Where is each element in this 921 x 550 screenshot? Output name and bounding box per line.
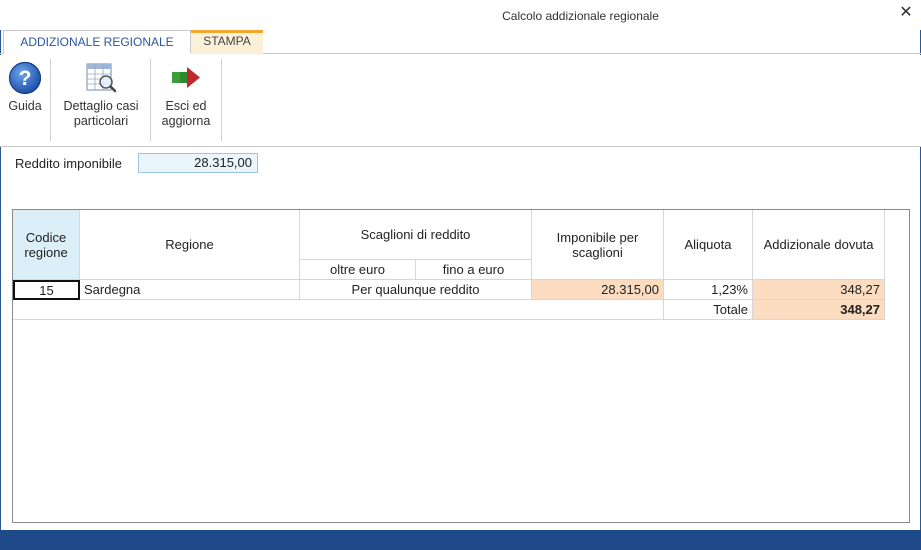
tab-addizionale-regionale[interactable]: ADDIZIONALE REGIONALE	[3, 30, 191, 54]
exit-arrow-icon	[172, 67, 200, 88]
totale-label: Totale	[664, 300, 753, 320]
guida-label: Guida	[8, 99, 42, 113]
window-title: Calcolo addizionale regionale	[502, 9, 659, 23]
dettaglio-casi-button[interactable]: Dettaglio casi particolari	[54, 59, 148, 139]
header-oltre-euro: oltre euro	[300, 260, 416, 280]
cell-aliquota[interactable]: 1,23%	[664, 280, 753, 300]
header-codice-regione: Codice regione	[13, 210, 80, 280]
header-codice-line2: regione	[24, 244, 68, 260]
header-imponibile-line1: Imponibile per	[556, 229, 639, 245]
header-addizionale-dovuta: Addizionale dovuta	[753, 210, 885, 280]
cell-addizionale[interactable]: 348,27	[753, 280, 885, 300]
question-icon: ?	[8, 61, 42, 95]
esci-label-2: aggiorna	[161, 114, 211, 128]
ribbon-tabs: ADDIZIONALE REGIONALE STAMPA	[0, 30, 921, 54]
cell-regione[interactable]: Sardegna	[80, 280, 300, 300]
reddito-imponibile-field[interactable]: 28.315,00	[138, 153, 258, 173]
cell-codice[interactable]: 15	[13, 280, 80, 300]
header-imponibile-line2: scaglioni	[572, 244, 623, 260]
header-codice-line1: Codice	[25, 229, 67, 245]
tab-stampa[interactable]: STAMPA	[191, 30, 263, 54]
cell-scaglione[interactable]: Per qualunque reddito	[300, 280, 532, 300]
status-bar	[0, 530, 921, 550]
svg-text:?: ?	[19, 67, 32, 90]
guida-button[interactable]: ? Guida	[4, 59, 46, 139]
dettaglio-label-2: particolari	[73, 114, 129, 128]
tab-stampa-accent	[191, 30, 263, 33]
close-icon[interactable]: ✕	[897, 4, 915, 22]
header-scaglioni: Scaglioni di reddito	[300, 210, 532, 260]
header-regione: Regione	[80, 210, 300, 280]
cell-imponibile[interactable]: 28.315,00	[532, 280, 664, 300]
esci-label-1: Esci ed	[165, 99, 207, 113]
title-bar: Calcolo addizionale regionale ✕	[0, 0, 921, 30]
dettaglio-label-1: Dettaglio casi	[63, 99, 139, 113]
header-aliquota: Aliquota	[664, 210, 753, 280]
header-fino-a-euro: fino a euro	[416, 260, 532, 280]
totale-spacer	[13, 300, 664, 320]
reddito-imponibile-label: Reddito imponibile	[15, 156, 122, 171]
ribbon-separator	[50, 59, 51, 141]
ribbon-separator	[150, 59, 151, 141]
ribbon-separator	[221, 59, 222, 141]
totale-value: 348,27	[753, 300, 885, 320]
ribbon-toolbar: ? Guida Dettaglio casi particolari Esci …	[0, 55, 921, 147]
addizionale-table: Codice regione Regione Scaglioni di redd…	[12, 209, 910, 523]
header-imponibile: Imponibile per scaglioni	[532, 210, 664, 280]
table-magnifier-icon	[86, 63, 117, 93]
esci-aggiorna-button[interactable]: Esci ed aggiorna	[154, 59, 218, 139]
